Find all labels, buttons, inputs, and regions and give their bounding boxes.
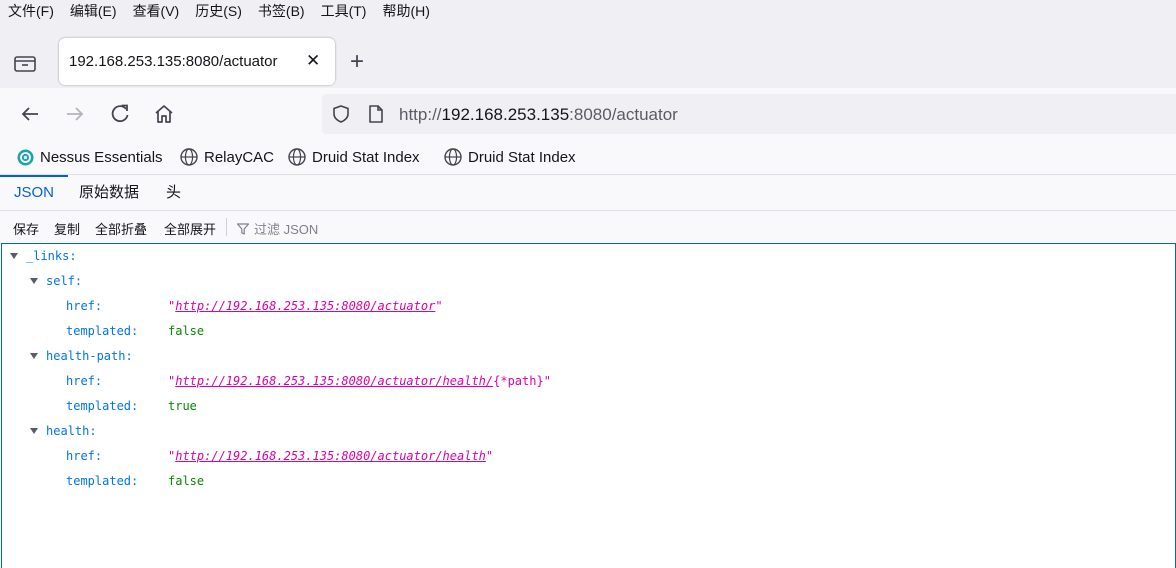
json-bool-value: true	[168, 399, 197, 413]
json-link[interactable]: http://192.168.253.135:8080/actuator	[175, 299, 435, 313]
tree-row-health-path[interactable]: health-path:	[2, 346, 302, 366]
menu-view[interactable]: 查看(V)	[125, 0, 188, 22]
url-host: 192.168.253.135	[441, 105, 570, 124]
json-key: href:	[66, 449, 103, 463]
json-key: _links:	[26, 249, 77, 263]
expand-twisty-icon[interactable]	[10, 253, 18, 259]
json-key: templated:	[66, 324, 139, 338]
expand-all-button[interactable]: 全部展开	[164, 219, 216, 238]
json-key: href:	[66, 299, 103, 313]
reload-icon[interactable]	[109, 103, 131, 125]
url-scheme: http://	[399, 105, 442, 124]
tab-actuator[interactable]: 192.168.253.135:8080/actuator ✕	[59, 38, 335, 85]
tree-row-templated: templated: false	[2, 471, 302, 491]
json-viewer-tabs: JSON 原始数据 头	[0, 175, 1176, 211]
tab-json[interactable]: JSON	[0, 175, 69, 210]
save-button[interactable]: 保存	[13, 219, 39, 238]
tree-row-templated: templated: true	[2, 396, 302, 416]
shield-icon[interactable]	[331, 104, 351, 129]
page-icon[interactable]	[367, 104, 385, 129]
globe-icon	[444, 148, 462, 166]
json-key: templated:	[66, 399, 139, 413]
tab-headers[interactable]: 头	[166, 175, 181, 210]
tree-row-self[interactable]: self:	[2, 271, 302, 291]
expand-twisty-icon[interactable]	[30, 353, 38, 359]
back-arrow-icon[interactable]	[19, 103, 41, 125]
json-string-value: "http://192.168.253.135:8080/actuator"	[168, 296, 443, 316]
collapse-all-button[interactable]: 全部折叠	[95, 219, 147, 238]
toolbar-divider	[226, 218, 227, 236]
tree-row-links[interactable]: _links:	[2, 246, 302, 266]
json-string-value: "http://192.168.253.135:8080/actuator/he…	[168, 371, 551, 391]
json-key: href:	[66, 374, 103, 388]
bookmark-label: RelayCAC	[204, 148, 275, 166]
json-link[interactable]: http://192.168.253.135:8080/actuator/hea…	[175, 374, 493, 388]
bookmark-label: Druid Stat Index	[312, 148, 420, 166]
json-key: health-path:	[46, 349, 133, 363]
copy-button[interactable]: 复制	[54, 219, 80, 238]
json-key: self:	[46, 274, 83, 288]
expand-twisty-icon[interactable]	[30, 278, 38, 284]
tree-row-templated: templated: false	[2, 321, 302, 341]
bookmarks-toolbar: Nessus Essentials RelayCAC Druid Stat In…	[0, 138, 1176, 175]
nessus-logo-icon	[17, 149, 34, 165]
json-string-value: "http://192.168.253.135:8080/actuator/he…	[168, 446, 493, 466]
quote: "	[435, 299, 443, 313]
menu-file[interactable]: 文件(F)	[0, 0, 62, 22]
url-text[interactable]: http://192.168.253.135:8080/actuator	[399, 105, 678, 125]
close-tab-icon[interactable]: ✕	[306, 52, 320, 69]
bookmark-druid-1[interactable]: Druid Stat Index	[287, 147, 420, 167]
menu-bar: 文件(F) 编辑(E) 查看(V) 历史(S) 书签(B) 工具(T) 帮助(H…	[0, 0, 1176, 22]
bookmark-nessus[interactable]: Nessus Essentials	[16, 147, 163, 167]
bookmark-label: Nessus Essentials	[40, 148, 163, 166]
globe-icon	[288, 148, 306, 166]
navigation-bar: http://192.168.253.135:8080/actuator	[0, 88, 1176, 138]
filter-icon	[236, 222, 250, 235]
home-icon[interactable]	[153, 103, 175, 125]
filter-json-input[interactable]: 过滤 JSON	[236, 219, 318, 238]
menu-help[interactable]: 帮助(H)	[374, 0, 437, 22]
bookmark-label: Druid Stat Index	[468, 148, 576, 166]
filter-placeholder: 过滤 JSON	[254, 222, 319, 237]
tab-title: 192.168.253.135:8080/actuator	[69, 53, 278, 70]
menu-history[interactable]: 历史(S)	[187, 0, 250, 22]
new-tab-button[interactable]: +	[350, 50, 364, 74]
globe-icon	[180, 148, 198, 166]
tree-row-href: href: "http://192.168.253.135:8080/actua…	[2, 446, 702, 466]
url-path: :8080/actuator	[569, 105, 678, 124]
json-link[interactable]: http://192.168.253.135:8080/actuator/hea…	[175, 449, 486, 463]
tree-row-health[interactable]: health:	[2, 421, 302, 441]
forward-arrow-icon[interactable]	[64, 103, 86, 125]
expand-twisty-icon[interactable]	[30, 428, 38, 434]
json-key: health:	[46, 424, 97, 438]
string-suffix: {*path}"	[493, 374, 551, 388]
bookmark-relaycac[interactable]: RelayCAC	[179, 147, 274, 167]
menu-tools[interactable]: 工具(T)	[313, 0, 375, 22]
tab-raw-data[interactable]: 原始数据	[79, 175, 139, 210]
tab-strip: 192.168.253.135:8080/actuator ✕ +	[0, 22, 1176, 88]
json-key: templated:	[66, 474, 139, 488]
tree-row-href: href: "http://192.168.253.135:8080/actua…	[2, 296, 702, 316]
menu-edit[interactable]: 编辑(E)	[62, 0, 125, 22]
json-bool-value: false	[168, 324, 205, 338]
tree-row-href: href: "http://192.168.253.135:8080/actua…	[2, 371, 702, 391]
json-toolbar: 保存 复制 全部折叠 全部展开 过滤 JSON	[0, 211, 1176, 244]
bookmark-druid-2[interactable]: Druid Stat Index	[443, 147, 576, 167]
url-bar[interactable]: http://192.168.253.135:8080/actuator	[322, 94, 1176, 134]
tab-overview-icon[interactable]	[12, 52, 38, 74]
json-bool-value: false	[168, 474, 205, 488]
menu-bookmarks[interactable]: 书签(B)	[250, 0, 313, 22]
quote: "	[485, 449, 494, 463]
json-tree: _links: self: href: "http://192.168.253.…	[1, 243, 1176, 568]
